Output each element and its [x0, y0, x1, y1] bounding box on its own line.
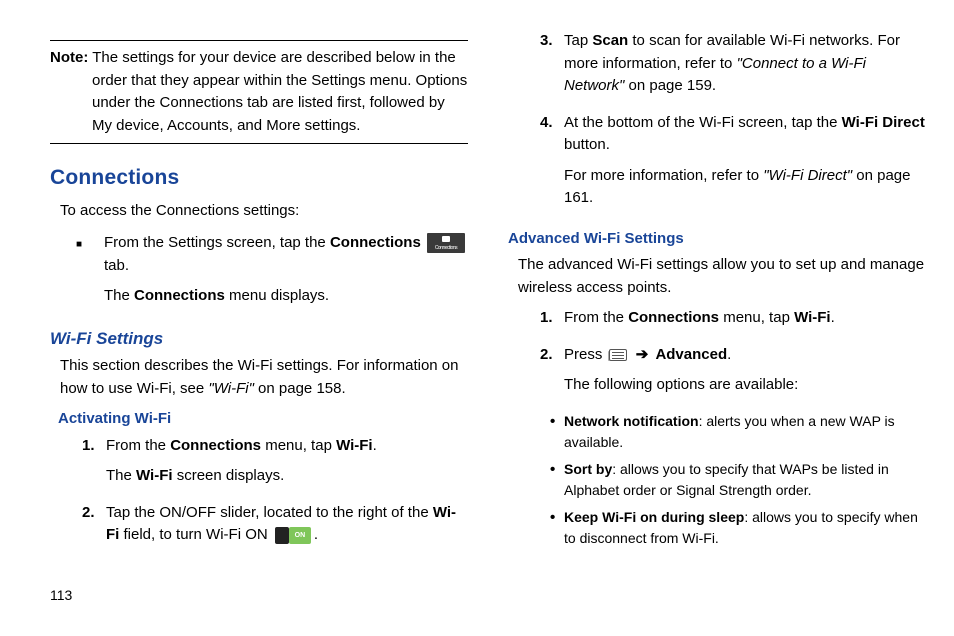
note-label: Note:: [50, 49, 88, 66]
num-3: 3.: [540, 30, 564, 106]
adv-step-2-follow: The following options are available:: [564, 374, 926, 397]
num-1: 1.: [82, 435, 106, 496]
wifi-settings-heading: Wi-Fi Settings: [50, 326, 468, 352]
option-network-notification: • Network notification: alerts you when …: [550, 411, 926, 453]
bullet-item: ■ From the Settings screen, tap the Conn…: [76, 232, 468, 316]
connections-intro: To access the Connections settings:: [60, 200, 468, 223]
left-column: Note: The settings for your device are d…: [50, 30, 468, 616]
advanced-wifi-intro: The advanced Wi-Fi settings allow you to…: [518, 254, 926, 299]
num-2: 2.: [82, 502, 106, 555]
connections-tab-icon: [427, 233, 465, 253]
activating-wifi-heading: Activating Wi-Fi: [58, 408, 468, 431]
adv-step-2: 2. Press ➔ Advanced. The following optio…: [540, 344, 926, 405]
bullet-dot-icon: •: [550, 507, 564, 549]
menu-icon: [609, 349, 627, 361]
step-1-text: From the Connections menu, tap Wi-Fi.: [106, 435, 468, 458]
note-block: Note: The settings for your device are d…: [50, 40, 468, 144]
step-4-follow: For more information, refer to "Wi-Fi Di…: [564, 165, 926, 210]
arrow-icon: ➔: [636, 344, 649, 367]
bullet-dot-icon: •: [550, 411, 564, 453]
bullet-square-icon: ■: [76, 232, 104, 316]
adv-step-2-text: Press ➔ Advanced.: [564, 344, 926, 367]
adv-num-1: 1.: [540, 307, 564, 338]
step-1: 1. From the Connections menu, tap Wi-Fi.…: [82, 435, 468, 496]
right-column: 3. Tap Scan to scan for available Wi-Fi …: [508, 30, 926, 616]
note-text: Note: The settings for your device are d…: [50, 47, 468, 137]
step-2: 2. Tap the ON/OFF slider, located to the…: [82, 502, 468, 555]
on-toggle-icon: [275, 527, 311, 544]
adv-num-2: 2.: [540, 344, 564, 405]
section-heading-connections: Connections: [50, 162, 468, 194]
step-3: 3. Tap Scan to scan for available Wi-Fi …: [540, 30, 926, 106]
step-4-text: At the bottom of the Wi-Fi screen, tap t…: [564, 112, 926, 157]
adv-step-1-text: From the Connections menu, tap Wi-Fi.: [564, 307, 926, 330]
bullet-line-1: From the Settings screen, tap the Connec…: [104, 232, 468, 277]
adv-step-1: 1. From the Connections menu, tap Wi-Fi.: [540, 307, 926, 338]
bullet-dot-icon: •: [550, 459, 564, 501]
advanced-wifi-heading: Advanced Wi-Fi Settings: [508, 228, 926, 251]
option-keep-wifi-on: • Keep Wi-Fi on during sleep: allows you…: [550, 507, 926, 549]
step-1-follow: The Wi-Fi screen displays.: [106, 465, 468, 488]
bullet-body: From the Settings screen, tap the Connec…: [104, 232, 468, 316]
note-body: The settings for your device are describ…: [92, 49, 467, 134]
step-3-text: Tap Scan to scan for available Wi-Fi net…: [564, 30, 926, 98]
bullet-line-2: The Connections menu displays.: [104, 285, 468, 308]
num-4: 4.: [540, 112, 564, 218]
option-sort-by: • Sort by: allows you to specify that WA…: [550, 459, 926, 501]
wifi-settings-body: This section describes the Wi-Fi setting…: [60, 355, 468, 400]
step-2-text: Tap the ON/OFF slider, located to the ri…: [106, 502, 468, 547]
page-number: 113: [50, 585, 72, 606]
step-4: 4. At the bottom of the Wi-Fi screen, ta…: [540, 112, 926, 218]
